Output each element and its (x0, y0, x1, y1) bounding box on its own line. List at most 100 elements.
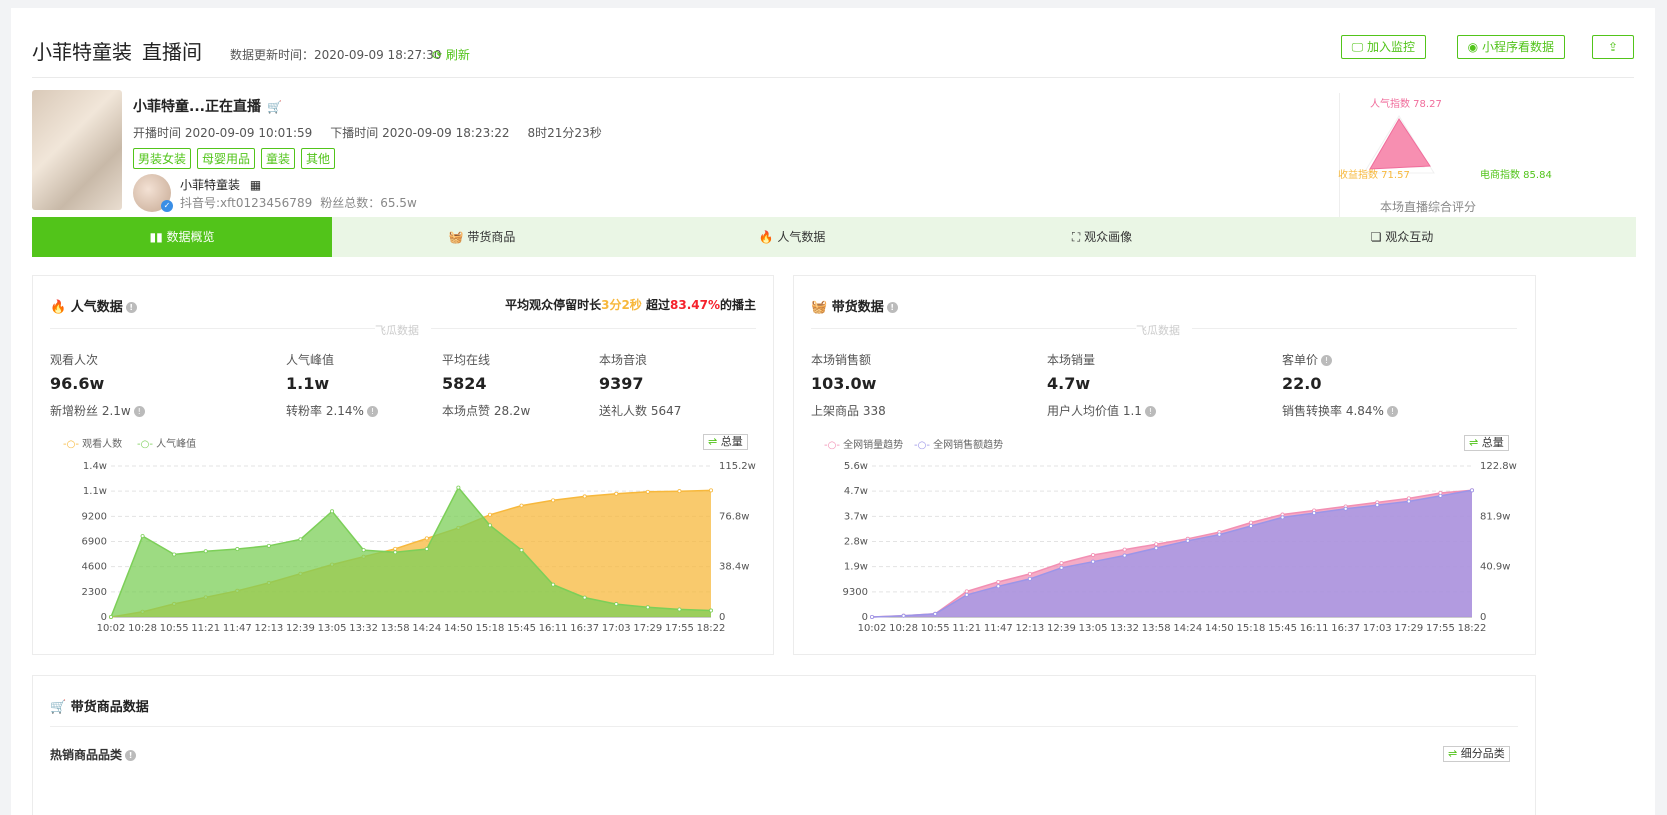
fans-count: 粉丝总数：65.5w (320, 196, 417, 210)
legend-item[interactable]: -○- 全网销量趋势 (824, 436, 903, 451)
tab-overview[interactable]: ▮▮ 数据概览 (32, 217, 332, 257)
x-tick-label: 17:55 (1426, 623, 1455, 634)
legend-item[interactable]: -○- 人气峰值 (137, 435, 196, 450)
total-toggle-button[interactable]: ⇌ 总量 (1464, 435, 1509, 451)
metric-sub-text: 转粉率 2.14% (286, 404, 364, 418)
data-point (1248, 524, 1253, 529)
divider (50, 328, 375, 329)
y-tick-label: 5.6w (844, 461, 868, 472)
goods-subtitle: 热销商品品类! (50, 746, 137, 763)
help-icon[interactable]: ! (1321, 355, 1333, 366)
category-detail-button[interactable]: ⇌ 细分品类 (1443, 746, 1510, 762)
data-point (870, 614, 875, 619)
x-tick-label: 13:05 (318, 623, 347, 634)
tab-label: 数据概览 (166, 230, 215, 244)
help-icon[interactable]: ! (125, 302, 137, 313)
watermark: 飞瓜数据 (375, 324, 419, 337)
data-point (1122, 547, 1127, 552)
y-tick-label: 6900 (82, 537, 107, 548)
legend-label: 全网销售额趋势 (933, 440, 1004, 451)
legend-item[interactable]: -○- 观看人数 (63, 435, 122, 450)
y-tick-label: 1.1w (83, 486, 107, 497)
summary-suffix: 的播主 (719, 298, 756, 312)
live-cover-image[interactable] (32, 90, 122, 210)
toggle-icon: ⇌ (1448, 747, 1458, 760)
metric-value: 5824 (442, 374, 487, 393)
help-icon[interactable]: ! (1144, 406, 1156, 417)
data-point (235, 547, 240, 552)
help-icon[interactable]: ! (1386, 406, 1398, 417)
x-tick-label: 10:28 (889, 623, 918, 634)
x-tick-label: 10:28 (128, 623, 157, 634)
popularity-title-text: 人气数据 (70, 300, 123, 315)
y-right-tick-label: 122.8w (1480, 461, 1517, 472)
metric-sub: 用户人均价值 1.1! (1047, 402, 1156, 419)
anchor-stats: 抖音号:xft0123456789 粉丝总数：65.5w (180, 194, 425, 211)
data-point (1059, 561, 1064, 566)
category-tag[interactable]: 男装女装 (133, 148, 192, 169)
tab-audience[interactable]: ⛶ 观众画像 (952, 217, 1252, 257)
data-point (172, 552, 177, 557)
data-point (519, 503, 524, 508)
help-icon[interactable]: ! (366, 406, 378, 417)
popularity-index: 人气指数 78.27 (1370, 99, 1442, 110)
legend-item[interactable]: -○- 全网销售额趋势 (914, 436, 1003, 451)
x-tick-label: 13:32 (349, 623, 378, 634)
live-duration: 8时21分23秒 (527, 126, 602, 140)
start-time: 开播时间 2020-09-09 10:01:59 (133, 126, 313, 140)
legend-label: 全网销量趋势 (843, 440, 904, 451)
metric-value: 103.0w (811, 374, 877, 393)
category-tag[interactable]: 其他 (301, 148, 336, 169)
help-icon[interactable]: ! (125, 750, 137, 761)
live-title[interactable]: 小菲特童...正在直播 (133, 99, 261, 115)
data-point (1280, 515, 1285, 520)
data-point (1059, 565, 1064, 570)
x-tick-label: 16:37 (570, 623, 599, 634)
x-tick-label: 17:03 (602, 623, 631, 634)
divider (50, 726, 1518, 727)
data-point (393, 546, 398, 551)
x-tick-label: 16:11 (1300, 623, 1329, 634)
x-tick-label: 17:29 (1394, 623, 1423, 634)
miniapp-button[interactable]: ◉ 小程序看数据 (1456, 35, 1565, 59)
data-point (456, 485, 461, 490)
tab-label: 带货商品 (467, 230, 516, 244)
data-point (1248, 520, 1253, 525)
x-tick-label: 11:47 (984, 623, 1013, 634)
category-tag[interactable]: 童装 (261, 148, 296, 169)
tab-goods[interactable]: 🧺 带货商品 (332, 217, 632, 257)
legend-label: 观看人数 (82, 439, 123, 450)
help-icon[interactable]: ! (886, 302, 898, 313)
tab-popularity[interactable]: 🔥 人气数据 (632, 217, 952, 257)
x-tick-label: 15:18 (476, 623, 505, 634)
tab-interaction[interactable]: ❏ 观众互动 (1252, 217, 1552, 257)
data-point (645, 489, 650, 494)
metric-label: 客单价! (1282, 351, 1333, 368)
data-point (1091, 559, 1096, 564)
share-button[interactable]: ⇪ (1592, 35, 1634, 59)
anchor-name[interactable]: 小菲特童装 (180, 178, 240, 192)
goods-title-text: 带货商品数据 (70, 700, 149, 715)
metric-label: 本场销量 (1047, 353, 1096, 367)
y-tick-label: 1.9w (844, 562, 868, 573)
category-tag[interactable]: 母婴用品 (197, 148, 256, 169)
basket-icon: 🧺 (448, 230, 464, 244)
x-tick-label: 17:03 (1363, 623, 1392, 634)
data-point (964, 592, 969, 597)
total-toggle-button[interactable]: ⇌ 总量 (703, 434, 748, 450)
refresh-button[interactable]: ⟳ 刷新 (432, 46, 470, 63)
help-icon[interactable]: ! (133, 406, 145, 417)
qrcode-icon[interactable]: ▦ (250, 178, 261, 192)
refresh-label: 刷新 (445, 48, 470, 62)
y-tick-label: 4600 (82, 562, 107, 573)
metric-sub: 新增粉丝 2.1w! (50, 402, 145, 419)
popularity-chart: 0 2300 4600 6900 9200 1.1w 1.4w 0 38.4w 76.8w 115.… (82, 461, 756, 634)
data-point (519, 548, 524, 553)
metric-sub: 上架商品 338 (811, 404, 886, 418)
metric-label: 本场销售额 (811, 353, 872, 367)
add-monitor-button[interactable]: 🖵 加入监控 (1340, 35, 1426, 59)
y-tick-label: 9300 (843, 587, 868, 598)
metric-value: 96.6w (50, 374, 105, 393)
x-tick-label: 17:55 (665, 623, 694, 634)
cart-icon: 🛒 (50, 700, 67, 715)
